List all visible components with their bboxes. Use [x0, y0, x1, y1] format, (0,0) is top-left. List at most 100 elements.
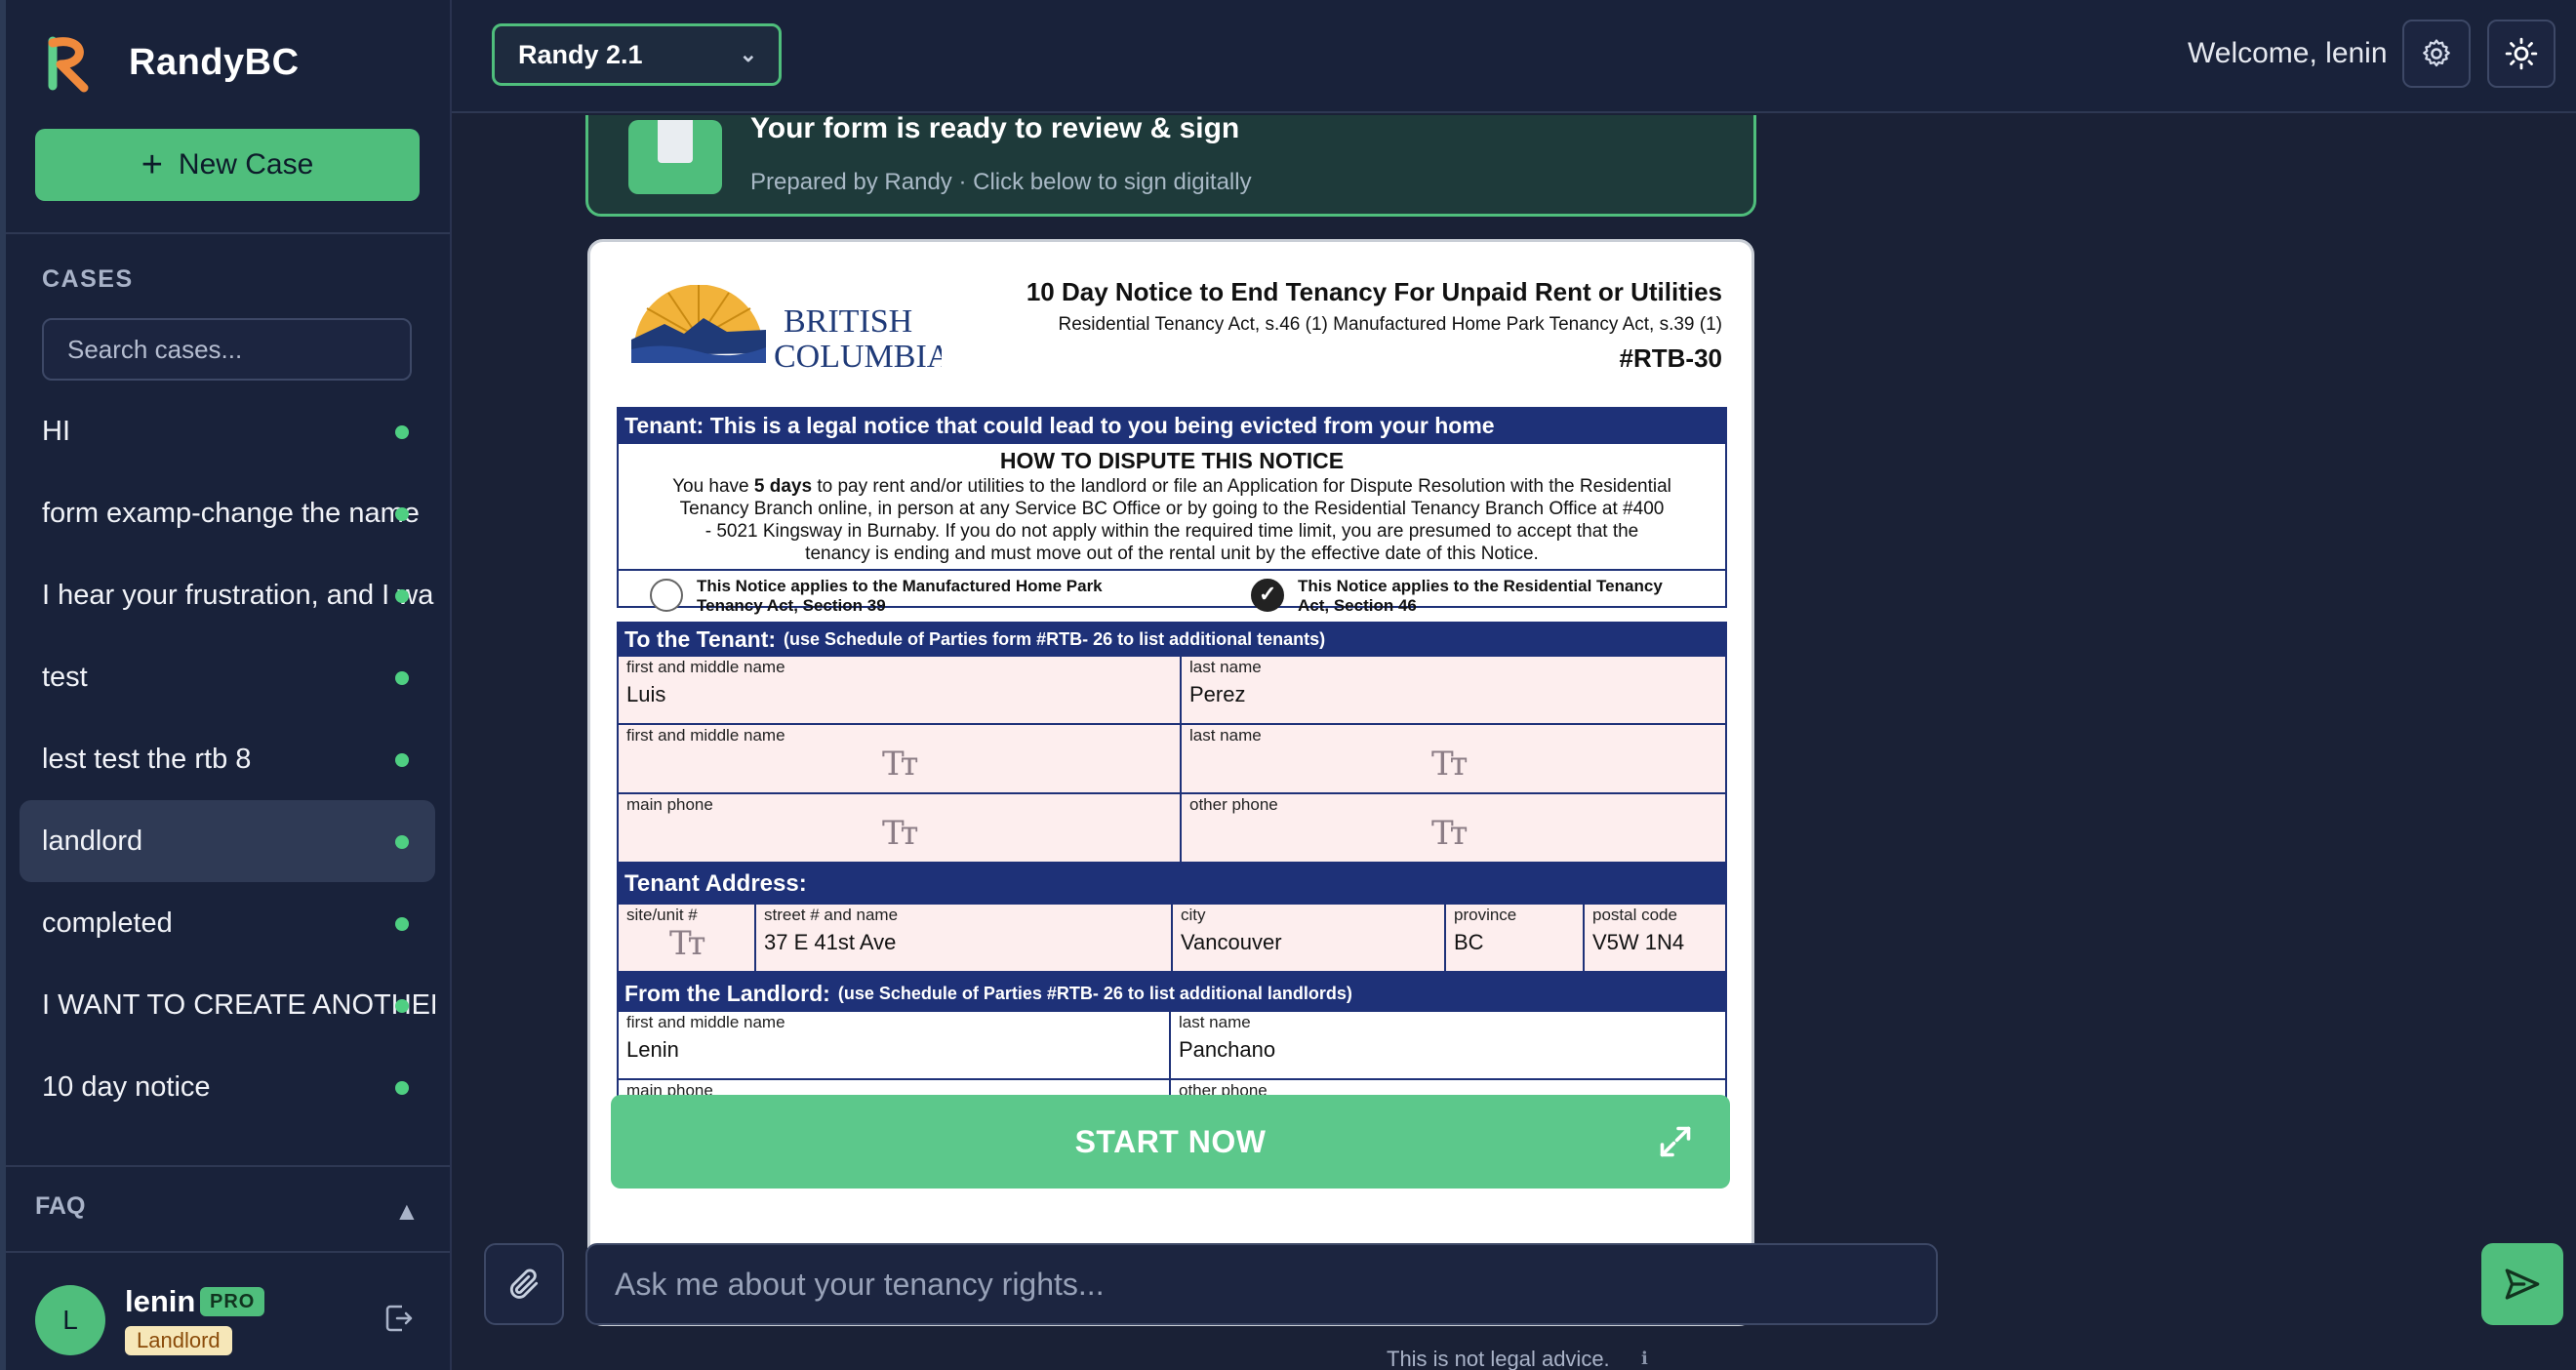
user-name: lenin: [125, 1284, 196, 1318]
new-case-button[interactable]: + New Case: [35, 129, 420, 201]
from-landlord-band: From the Landlord: (use Schedule of Parti…: [617, 975, 1727, 1012]
mhp-radio[interactable]: [650, 579, 683, 612]
paperclip-icon: [509, 1269, 539, 1299]
send-button[interactable]: [2481, 1243, 2563, 1325]
app-name: RandyBC: [129, 41, 300, 83]
brand[interactable]: RandyBC: [45, 31, 300, 94]
case-item[interactable]: I hear your frustration, and I wa: [20, 554, 435, 636]
attach-button[interactable]: [484, 1243, 564, 1325]
landlord-first-name-field[interactable]: first and middle name Lenin: [619, 1012, 1171, 1080]
to-tenant-band: To the Tenant: (use Schedule of Parties f…: [617, 622, 1727, 657]
form-ready-card: Your form is ready to review & sign Prep…: [585, 115, 1756, 217]
case-label: form examp-change the name: [42, 497, 420, 529]
sidebar-divider: [6, 1251, 450, 1253]
status-dot-icon: [395, 1081, 409, 1095]
mhp-option-label: This Notice applies to the Manufactured …: [697, 577, 1103, 615]
welcome-text: Welcome, lenin: [2188, 37, 2388, 69]
notice-code: #RTB-30: [1619, 343, 1722, 373]
plus-icon: +: [141, 144, 163, 185]
disclaimer-text: This is not legal advice.: [1387, 1347, 1610, 1370]
status-dot-icon: [395, 753, 409, 767]
status-dot-icon: [395, 425, 409, 439]
search-cases-input[interactable]: [42, 318, 412, 381]
dispute-text: You have 5 days to pay rent and/or utili…: [672, 476, 1671, 497]
new-case-label: New Case: [178, 148, 314, 181]
theme-toggle-button[interactable]: [2487, 20, 2556, 88]
sidebar: RandyBC + New Case CASES HI form examp-c…: [0, 0, 452, 1370]
status-dot-icon: [395, 507, 409, 521]
rta-option-label: This Notice applies to the Residential T…: [1298, 577, 1663, 615]
text-field-icon: Tт: [882, 745, 918, 784]
svg-text:BRITISH: BRITISH: [784, 303, 912, 340]
case-label: HI: [42, 415, 70, 447]
status-dot-icon: [395, 671, 409, 685]
settings-button[interactable]: [2402, 20, 2471, 88]
send-icon: [2505, 1269, 2540, 1300]
tenant-province-field[interactable]: province BC: [1446, 905, 1585, 973]
case-item[interactable]: lest test the rtb 8: [20, 718, 435, 800]
topbar: Randy 2.1 ⌄ Welcome, lenin: [452, 0, 2576, 113]
gear-icon: [2423, 39, 2450, 67]
faq-toggle[interactable]: FAQ: [35, 1192, 85, 1221]
sun-icon: [2505, 37, 2538, 70]
status-dot-icon: [395, 917, 409, 931]
start-now-button[interactable]: START NOW: [611, 1095, 1730, 1189]
case-list: HI form examp-change the name I hear you…: [20, 390, 435, 1128]
tenant-main-phone-field[interactable]: main phone Tт: [619, 794, 1182, 864]
document-icon: [628, 120, 722, 194]
case-item[interactable]: HI: [20, 390, 435, 472]
cases-heading: CASES: [42, 265, 134, 293]
dispute-heading: HOW TO DISPUTE THIS NOTICE: [999, 448, 1345, 473]
role-badge: Landlord: [125, 1326, 232, 1355]
text-field-icon: Tт: [669, 924, 705, 963]
bc-government-logo: BRITISH COLUMBIA: [631, 285, 942, 373]
tenant-site-field[interactable]: site/unit # Tт: [619, 905, 756, 973]
landlord-last-name-field[interactable]: last name Panchano: [1171, 1012, 1725, 1080]
svg-text:COLUMBIA: COLUMBIA: [774, 339, 942, 373]
case-item-active[interactable]: landlord: [20, 800, 435, 882]
notice-act: Residential Tenancy Act, s.46 (1) Manufa…: [1058, 314, 1722, 335]
tenant-other-phone-field[interactable]: other phone Tт: [1182, 794, 1725, 864]
chat-area: Your form is ready to review & sign Prep…: [452, 115, 2576, 1370]
warning-band: Tenant: This is a legal notice that coul…: [617, 407, 1727, 444]
randy-logo-icon: [48, 36, 89, 93]
notice-title: 10 Day Notice to End Tenancy For Unpaid …: [1026, 277, 1722, 306]
dispute-text: tenancy is ending and must move out of t…: [805, 544, 1539, 564]
dispute-text: - 5021 Kingsway in Burnaby. If you do no…: [704, 521, 1639, 542]
dispute-text: Tenancy Branch online, in person at any …: [679, 499, 1665, 519]
tenant-first-name-field[interactable]: first and middle name Luis: [619, 657, 1182, 725]
case-label: I hear your frustration, and I wa: [42, 579, 434, 611]
dispute-box: HOW TO DISPUTE THIS NOTICE You have 5 da…: [617, 444, 1727, 615]
sidebar-divider: [6, 1165, 450, 1167]
case-label: lest test the rtb 8: [42, 743, 252, 775]
model-select[interactable]: Randy 2.1 ⌄: [492, 23, 782, 86]
case-item[interactable]: 10 day notice: [20, 1046, 435, 1128]
case-item[interactable]: form examp-change the name: [20, 472, 435, 554]
tenant2-last-name-field[interactable]: last name Tт: [1182, 725, 1725, 794]
tenant-address-band: Tenant Address:: [617, 864, 1727, 905]
collapse-up-icon[interactable]: ▲: [394, 1196, 420, 1227]
rta-radio-checked[interactable]: [1251, 579, 1284, 612]
case-label: 10 day notice: [42, 1070, 211, 1103]
tenant-street-field[interactable]: street # and name 37 E 41st Ave: [756, 905, 1173, 973]
tenant2-first-name-field[interactable]: first and middle name Tт: [619, 725, 1182, 794]
tenant-last-name-field[interactable]: last name Perez: [1182, 657, 1725, 725]
logout-icon[interactable]: [384, 1303, 414, 1334]
avatar[interactable]: L: [35, 1285, 105, 1355]
text-field-icon: Tт: [882, 814, 918, 853]
case-label: landlord: [42, 825, 143, 857]
text-field-icon: Tт: [1431, 814, 1468, 853]
model-select-value: Randy 2.1: [518, 39, 643, 69]
case-item[interactable]: completed: [20, 882, 435, 964]
case-item[interactable]: I WANT TO CREATE ANOTHER: [20, 964, 435, 1046]
status-dot-icon: [395, 589, 409, 603]
case-item[interactable]: test: [20, 636, 435, 718]
expand-icon[interactable]: [1658, 1124, 1693, 1159]
chat-input[interactable]: [585, 1243, 1938, 1325]
status-dot-icon: [395, 999, 409, 1013]
tenant-city-field[interactable]: city Vancouver: [1173, 905, 1446, 973]
form-ready-subtitle: Prepared by Randy · Click below to sign …: [750, 169, 1252, 195]
info-icon[interactable]: ℹ: [1641, 1349, 1648, 1369]
tenant-postal-field[interactable]: postal code V5W 1N4: [1585, 905, 1725, 973]
chevron-down-icon: ⌄: [739, 42, 757, 66]
